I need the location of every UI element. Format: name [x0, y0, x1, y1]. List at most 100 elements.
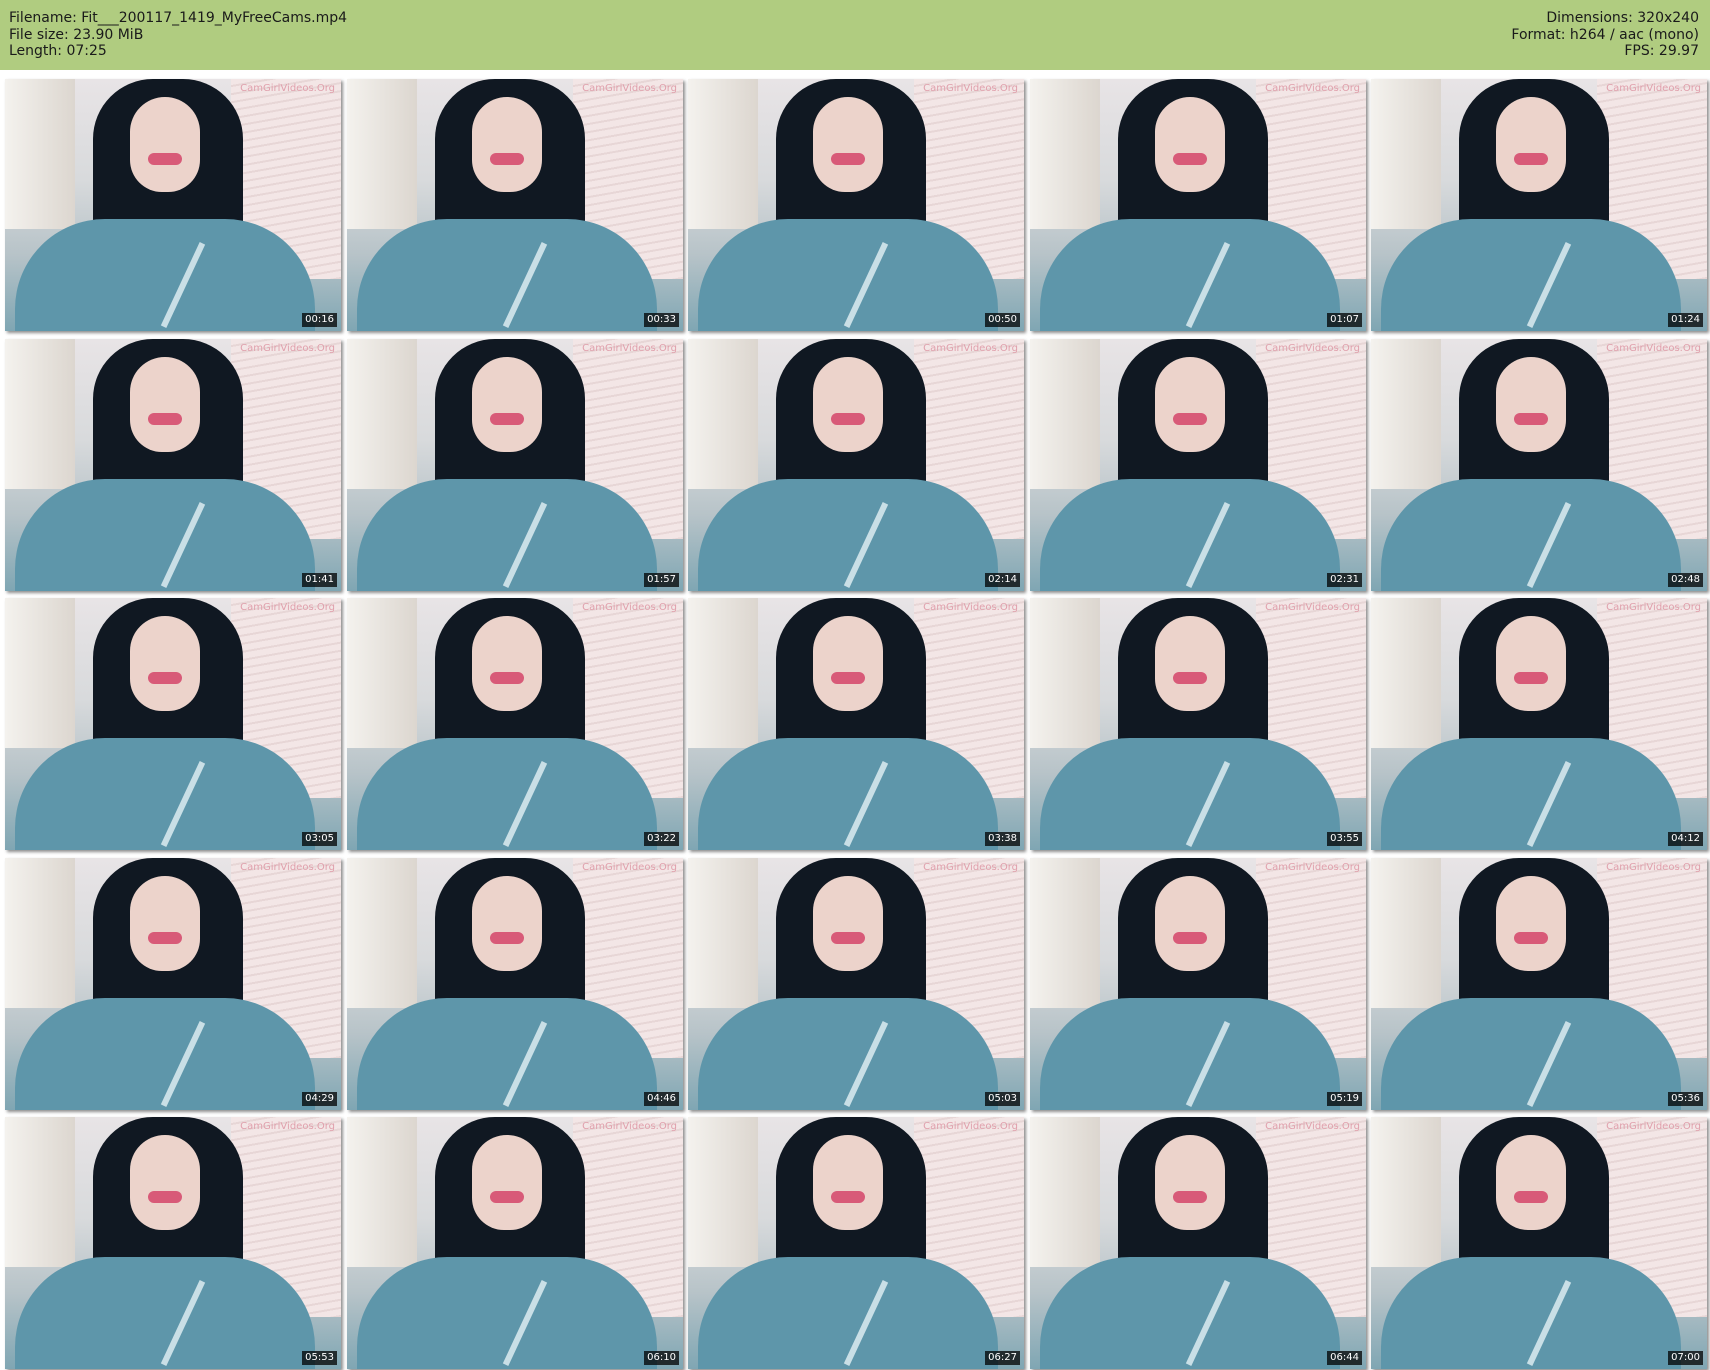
- watermark-text: CamGirlVideos.Org: [923, 862, 1018, 873]
- timestamp-label: 02:31: [1327, 573, 1362, 587]
- watermark-text: CamGirlVideos.Org: [582, 1121, 677, 1132]
- format-text: Format: h264 / aac (mono): [1511, 26, 1699, 43]
- watermark-text: CamGirlVideos.Org: [582, 343, 677, 354]
- timestamp-label: 03:22: [644, 832, 679, 846]
- lips-shape: [1514, 672, 1548, 684]
- window-blinds: [347, 79, 417, 229]
- video-thumbnail: CamGirlVideos.Org 01:24: [1371, 79, 1707, 331]
- video-thumbnail: CamGirlVideos.Org 04:46: [347, 858, 683, 1110]
- video-thumbnail: CamGirlVideos.Org 01:57: [347, 339, 683, 591]
- face-shape: [1155, 97, 1225, 192]
- face-shape: [130, 97, 200, 192]
- watermark-text: CamGirlVideos.Org: [1265, 83, 1360, 94]
- face-shape: [472, 357, 542, 452]
- lips-shape: [148, 672, 182, 684]
- timestamp-label: 06:27: [985, 1351, 1020, 1365]
- lips-shape: [831, 672, 865, 684]
- lips-shape: [831, 153, 865, 165]
- window-blinds: [688, 598, 758, 748]
- face-shape: [1155, 1135, 1225, 1230]
- face-shape: [130, 1135, 200, 1230]
- file-meta-left: Filename: Fit___200117_1419_MyFreeCams.m…: [9, 10, 347, 60]
- timestamp-label: 02:48: [1668, 573, 1703, 587]
- watermark-text: CamGirlVideos.Org: [1606, 1121, 1701, 1132]
- video-thumbnail: CamGirlVideos.Org 02:14: [688, 339, 1024, 591]
- window-blinds: [1371, 79, 1441, 229]
- timestamp-label: 01:24: [1668, 313, 1703, 327]
- face-shape: [813, 357, 883, 452]
- face-shape: [813, 876, 883, 971]
- window-blinds: [688, 1117, 758, 1267]
- video-thumbnail: CamGirlVideos.Org 03:05: [5, 598, 341, 850]
- window-blinds: [1030, 1117, 1100, 1267]
- face-shape: [130, 876, 200, 971]
- video-thumbnail: CamGirlVideos.Org 06:44: [1030, 1117, 1366, 1369]
- lips-shape: [1514, 1191, 1548, 1203]
- face-shape: [130, 616, 200, 711]
- watermark-text: CamGirlVideos.Org: [240, 1121, 335, 1132]
- timestamp-label: 03:05: [302, 832, 337, 846]
- face-shape: [472, 616, 542, 711]
- lips-shape: [1173, 672, 1207, 684]
- face-shape: [1155, 357, 1225, 452]
- video-thumbnail: CamGirlVideos.Org 02:31: [1030, 339, 1366, 591]
- filename-text: Filename: Fit___200117_1419_MyFreeCams.m…: [9, 10, 348, 26]
- face-shape: [1496, 357, 1566, 452]
- lips-shape: [831, 932, 865, 944]
- watermark-text: CamGirlVideos.Org: [1265, 602, 1360, 613]
- fps-text: FPS: 29.97: [1624, 43, 1699, 59]
- face-shape: [1496, 1135, 1566, 1230]
- lips-shape: [490, 932, 524, 944]
- window-blinds: [1030, 858, 1100, 1008]
- window-blinds: [688, 339, 758, 489]
- lips-shape: [148, 932, 182, 944]
- watermark-text: CamGirlVideos.Org: [1265, 1121, 1360, 1132]
- timestamp-label: 04:46: [644, 1092, 679, 1106]
- lips-shape: [1173, 932, 1207, 944]
- watermark-text: CamGirlVideos.Org: [582, 602, 677, 613]
- timestamp-label: 06:10: [644, 1351, 679, 1365]
- face-shape: [813, 97, 883, 192]
- watermark-text: CamGirlVideos.Org: [1606, 343, 1701, 354]
- watermark-text: CamGirlVideos.Org: [923, 343, 1018, 354]
- watermark-text: CamGirlVideos.Org: [923, 83, 1018, 94]
- window-blinds: [1371, 858, 1441, 1008]
- watermark-text: CamGirlVideos.Org: [582, 862, 677, 873]
- window-blinds: [1030, 598, 1100, 748]
- watermark-text: CamGirlVideos.Org: [1265, 862, 1360, 873]
- thumbnail-grid: CamGirlVideos.Org 00:16 CamGirlVideos.Org 0…: [5, 79, 1707, 1369]
- window-blinds: [688, 858, 758, 1008]
- lips-shape: [1173, 153, 1207, 165]
- timestamp-label: 05:19: [1327, 1092, 1362, 1106]
- watermark-text: CamGirlVideos.Org: [240, 862, 335, 873]
- lips-shape: [1514, 932, 1548, 944]
- watermark-text: CamGirlVideos.Org: [1606, 83, 1701, 94]
- lips-shape: [831, 1191, 865, 1203]
- video-thumbnail: CamGirlVideos.Org 05:03: [688, 858, 1024, 1110]
- video-thumbnail: CamGirlVideos.Org 02:48: [1371, 339, 1707, 591]
- lips-shape: [148, 1191, 182, 1203]
- window-blinds: [1030, 339, 1100, 489]
- lips-shape: [1514, 153, 1548, 165]
- window-blinds: [347, 598, 417, 748]
- lips-shape: [490, 413, 524, 425]
- timestamp-label: 01:57: [644, 573, 679, 587]
- window-blinds: [688, 79, 758, 229]
- timestamp-label: 06:44: [1327, 1351, 1362, 1365]
- watermark-text: CamGirlVideos.Org: [1606, 862, 1701, 873]
- video-thumbnail: CamGirlVideos.Org 04:29: [5, 858, 341, 1110]
- lips-shape: [831, 413, 865, 425]
- video-thumbnail: CamGirlVideos.Org 03:55: [1030, 598, 1366, 850]
- face-shape: [1155, 616, 1225, 711]
- face-shape: [472, 876, 542, 971]
- window-blinds: [347, 1117, 417, 1267]
- window-blinds: [1371, 1117, 1441, 1267]
- file-meta-right: Dimensions: 320x240 Format: h264 / aac (…: [1511, 10, 1699, 60]
- window-blinds: [1371, 598, 1441, 748]
- file-size-text: File size: 23.90 MiB: [9, 26, 144, 43]
- video-thumbnail: CamGirlVideos.Org 01:41: [5, 339, 341, 591]
- window-blinds: [5, 79, 75, 229]
- length-text: Length: 07:25: [9, 43, 107, 59]
- timestamp-label: 04:12: [1668, 832, 1703, 846]
- watermark-text: CamGirlVideos.Org: [582, 83, 677, 94]
